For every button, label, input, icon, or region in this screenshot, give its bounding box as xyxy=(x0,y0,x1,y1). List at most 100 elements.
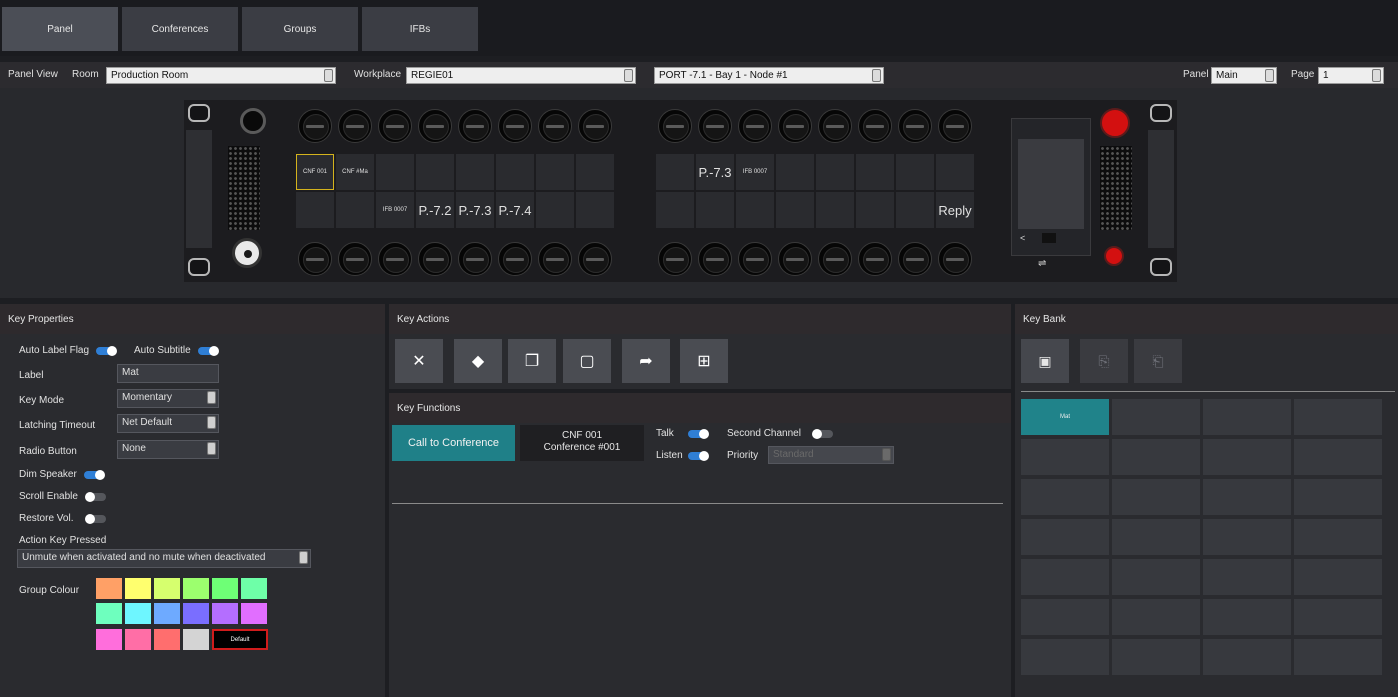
key-bank-cell[interactable]: Mat xyxy=(1021,399,1109,435)
colour-swatch[interactable] xyxy=(183,578,209,599)
level-knob[interactable] xyxy=(818,109,852,143)
level-knob[interactable] xyxy=(858,109,892,143)
panel-key[interactable]: P.-7.3 xyxy=(456,192,494,228)
key-bank-cell[interactable] xyxy=(1294,399,1382,435)
panel-key[interactable] xyxy=(656,154,694,190)
level-knob[interactable] xyxy=(538,109,572,143)
dim-speaker-toggle[interactable] xyxy=(84,470,105,480)
key-bank-cell[interactable] xyxy=(1294,559,1382,595)
key-bank-cell[interactable] xyxy=(1112,599,1200,635)
tab-panel[interactable]: Panel xyxy=(2,7,118,51)
panel-key[interactable]: Reply xyxy=(936,192,974,228)
second-channel-toggle[interactable] xyxy=(812,429,833,439)
home-icon[interactable] xyxy=(1042,233,1056,243)
panel-key[interactable] xyxy=(816,192,854,228)
panel-key[interactable] xyxy=(536,154,574,190)
colour-swatch[interactable] xyxy=(96,629,122,650)
level-knob[interactable] xyxy=(818,242,852,276)
action-key-pressed-select[interactable]: Unmute when activated and no mute when d… xyxy=(17,549,311,568)
panel-key[interactable] xyxy=(696,192,734,228)
level-knob[interactable] xyxy=(738,109,772,143)
latching-timeout-select[interactable]: Net Default xyxy=(117,414,219,433)
panel-key[interactable] xyxy=(736,192,774,228)
key-bank-cell[interactable] xyxy=(1203,599,1291,635)
colour-swatch[interactable] xyxy=(183,603,209,624)
colour-swatch[interactable] xyxy=(125,603,151,624)
level-knob[interactable] xyxy=(458,109,492,143)
key-bank-cell[interactable] xyxy=(1203,479,1291,515)
panel-select[interactable]: Main xyxy=(1211,67,1277,84)
colour-swatch[interactable] xyxy=(96,578,122,599)
eraser-icon[interactable]: ◆ xyxy=(454,339,502,383)
radio-button-select[interactable]: None xyxy=(117,440,219,459)
panel-key[interactable] xyxy=(536,192,574,228)
panel-key[interactable] xyxy=(416,154,454,190)
colour-swatch[interactable] xyxy=(241,603,267,624)
key-bank-cell[interactable] xyxy=(1021,439,1109,475)
panel-key[interactable] xyxy=(576,154,614,190)
level-knob[interactable] xyxy=(778,109,812,143)
colour-swatch[interactable] xyxy=(96,603,122,624)
colour-swatch[interactable] xyxy=(183,629,209,650)
panel-key[interactable]: IFB 0007 xyxy=(736,154,774,190)
panel-key[interactable]: CNF 001 xyxy=(296,154,334,190)
level-knob[interactable] xyxy=(738,242,772,276)
key-bank-cell[interactable] xyxy=(1112,519,1200,555)
colour-swatch[interactable] xyxy=(125,629,151,650)
panel-key[interactable]: P.-7.3 xyxy=(696,154,734,190)
level-knob[interactable] xyxy=(938,242,972,276)
level-knob[interactable] xyxy=(538,242,572,276)
panel-key[interactable] xyxy=(776,154,814,190)
level-knob[interactable] xyxy=(698,109,732,143)
back-arrow-icon[interactable]: < xyxy=(1020,233,1025,243)
auto-subtitle-toggle[interactable] xyxy=(198,346,219,356)
tab-conferences[interactable]: Conferences xyxy=(122,7,238,51)
level-knob[interactable] xyxy=(298,242,332,276)
add-icon[interactable]: ⊞ xyxy=(680,339,728,383)
key-bank-cell[interactable] xyxy=(1294,519,1382,555)
level-knob[interactable] xyxy=(578,242,612,276)
colour-swatch[interactable] xyxy=(154,578,180,599)
key-bank-cell[interactable] xyxy=(1203,439,1291,475)
panel-key[interactable] xyxy=(816,154,854,190)
colour-swatch[interactable] xyxy=(212,578,238,599)
room-select[interactable]: Production Room xyxy=(106,67,336,84)
key-bank-cell[interactable] xyxy=(1203,399,1291,435)
panel-key[interactable]: IFB 0007 xyxy=(376,192,414,228)
level-knob[interactable] xyxy=(658,242,692,276)
label-input[interactable]: Mat xyxy=(117,364,219,383)
key-bank-cell[interactable] xyxy=(1021,599,1109,635)
level-knob[interactable] xyxy=(498,242,532,276)
panel-key[interactable] xyxy=(856,192,894,228)
key-bank-cell[interactable] xyxy=(1021,519,1109,555)
restore-vol-toggle[interactable] xyxy=(85,514,106,524)
key-bank-cell[interactable] xyxy=(1294,439,1382,475)
clipboard-icon[interactable]: ▢ xyxy=(563,339,611,383)
forward-icon[interactable]: ➦ xyxy=(622,339,670,383)
key-mode-select[interactable]: Momentary xyxy=(117,389,219,408)
panel-key[interactable]: CNF #Ma xyxy=(336,154,374,190)
panel-key[interactable] xyxy=(896,192,934,228)
panel-key[interactable]: P.-7.4 xyxy=(496,192,534,228)
level-knob[interactable] xyxy=(658,109,692,143)
scroll-enable-toggle[interactable] xyxy=(85,492,106,502)
key-bank-cell[interactable] xyxy=(1203,559,1291,595)
panel-key[interactable] xyxy=(856,154,894,190)
port-select[interactable]: PORT -7.1 - Bay 1 - Node #1 xyxy=(654,67,884,84)
level-knob[interactable] xyxy=(338,109,372,143)
tab-groups[interactable]: Groups xyxy=(242,7,358,51)
save-icon[interactable]: ▣ xyxy=(1021,339,1069,383)
level-knob[interactable] xyxy=(898,242,932,276)
power-button[interactable] xyxy=(1104,246,1124,266)
panel-key[interactable] xyxy=(296,192,334,228)
colour-swatch[interactable] xyxy=(241,578,267,599)
emergency-button[interactable] xyxy=(1100,108,1130,138)
panel-key[interactable] xyxy=(376,154,414,190)
panel-key[interactable] xyxy=(936,154,974,190)
level-knob[interactable] xyxy=(898,109,932,143)
key-bank-cell[interactable] xyxy=(1203,639,1291,675)
talk-toggle[interactable] xyxy=(688,429,709,439)
page-select[interactable]: 1 xyxy=(1318,67,1384,84)
level-knob[interactable] xyxy=(418,109,452,143)
conference-selector[interactable]: CNF 001 Conference #001 xyxy=(520,425,644,461)
